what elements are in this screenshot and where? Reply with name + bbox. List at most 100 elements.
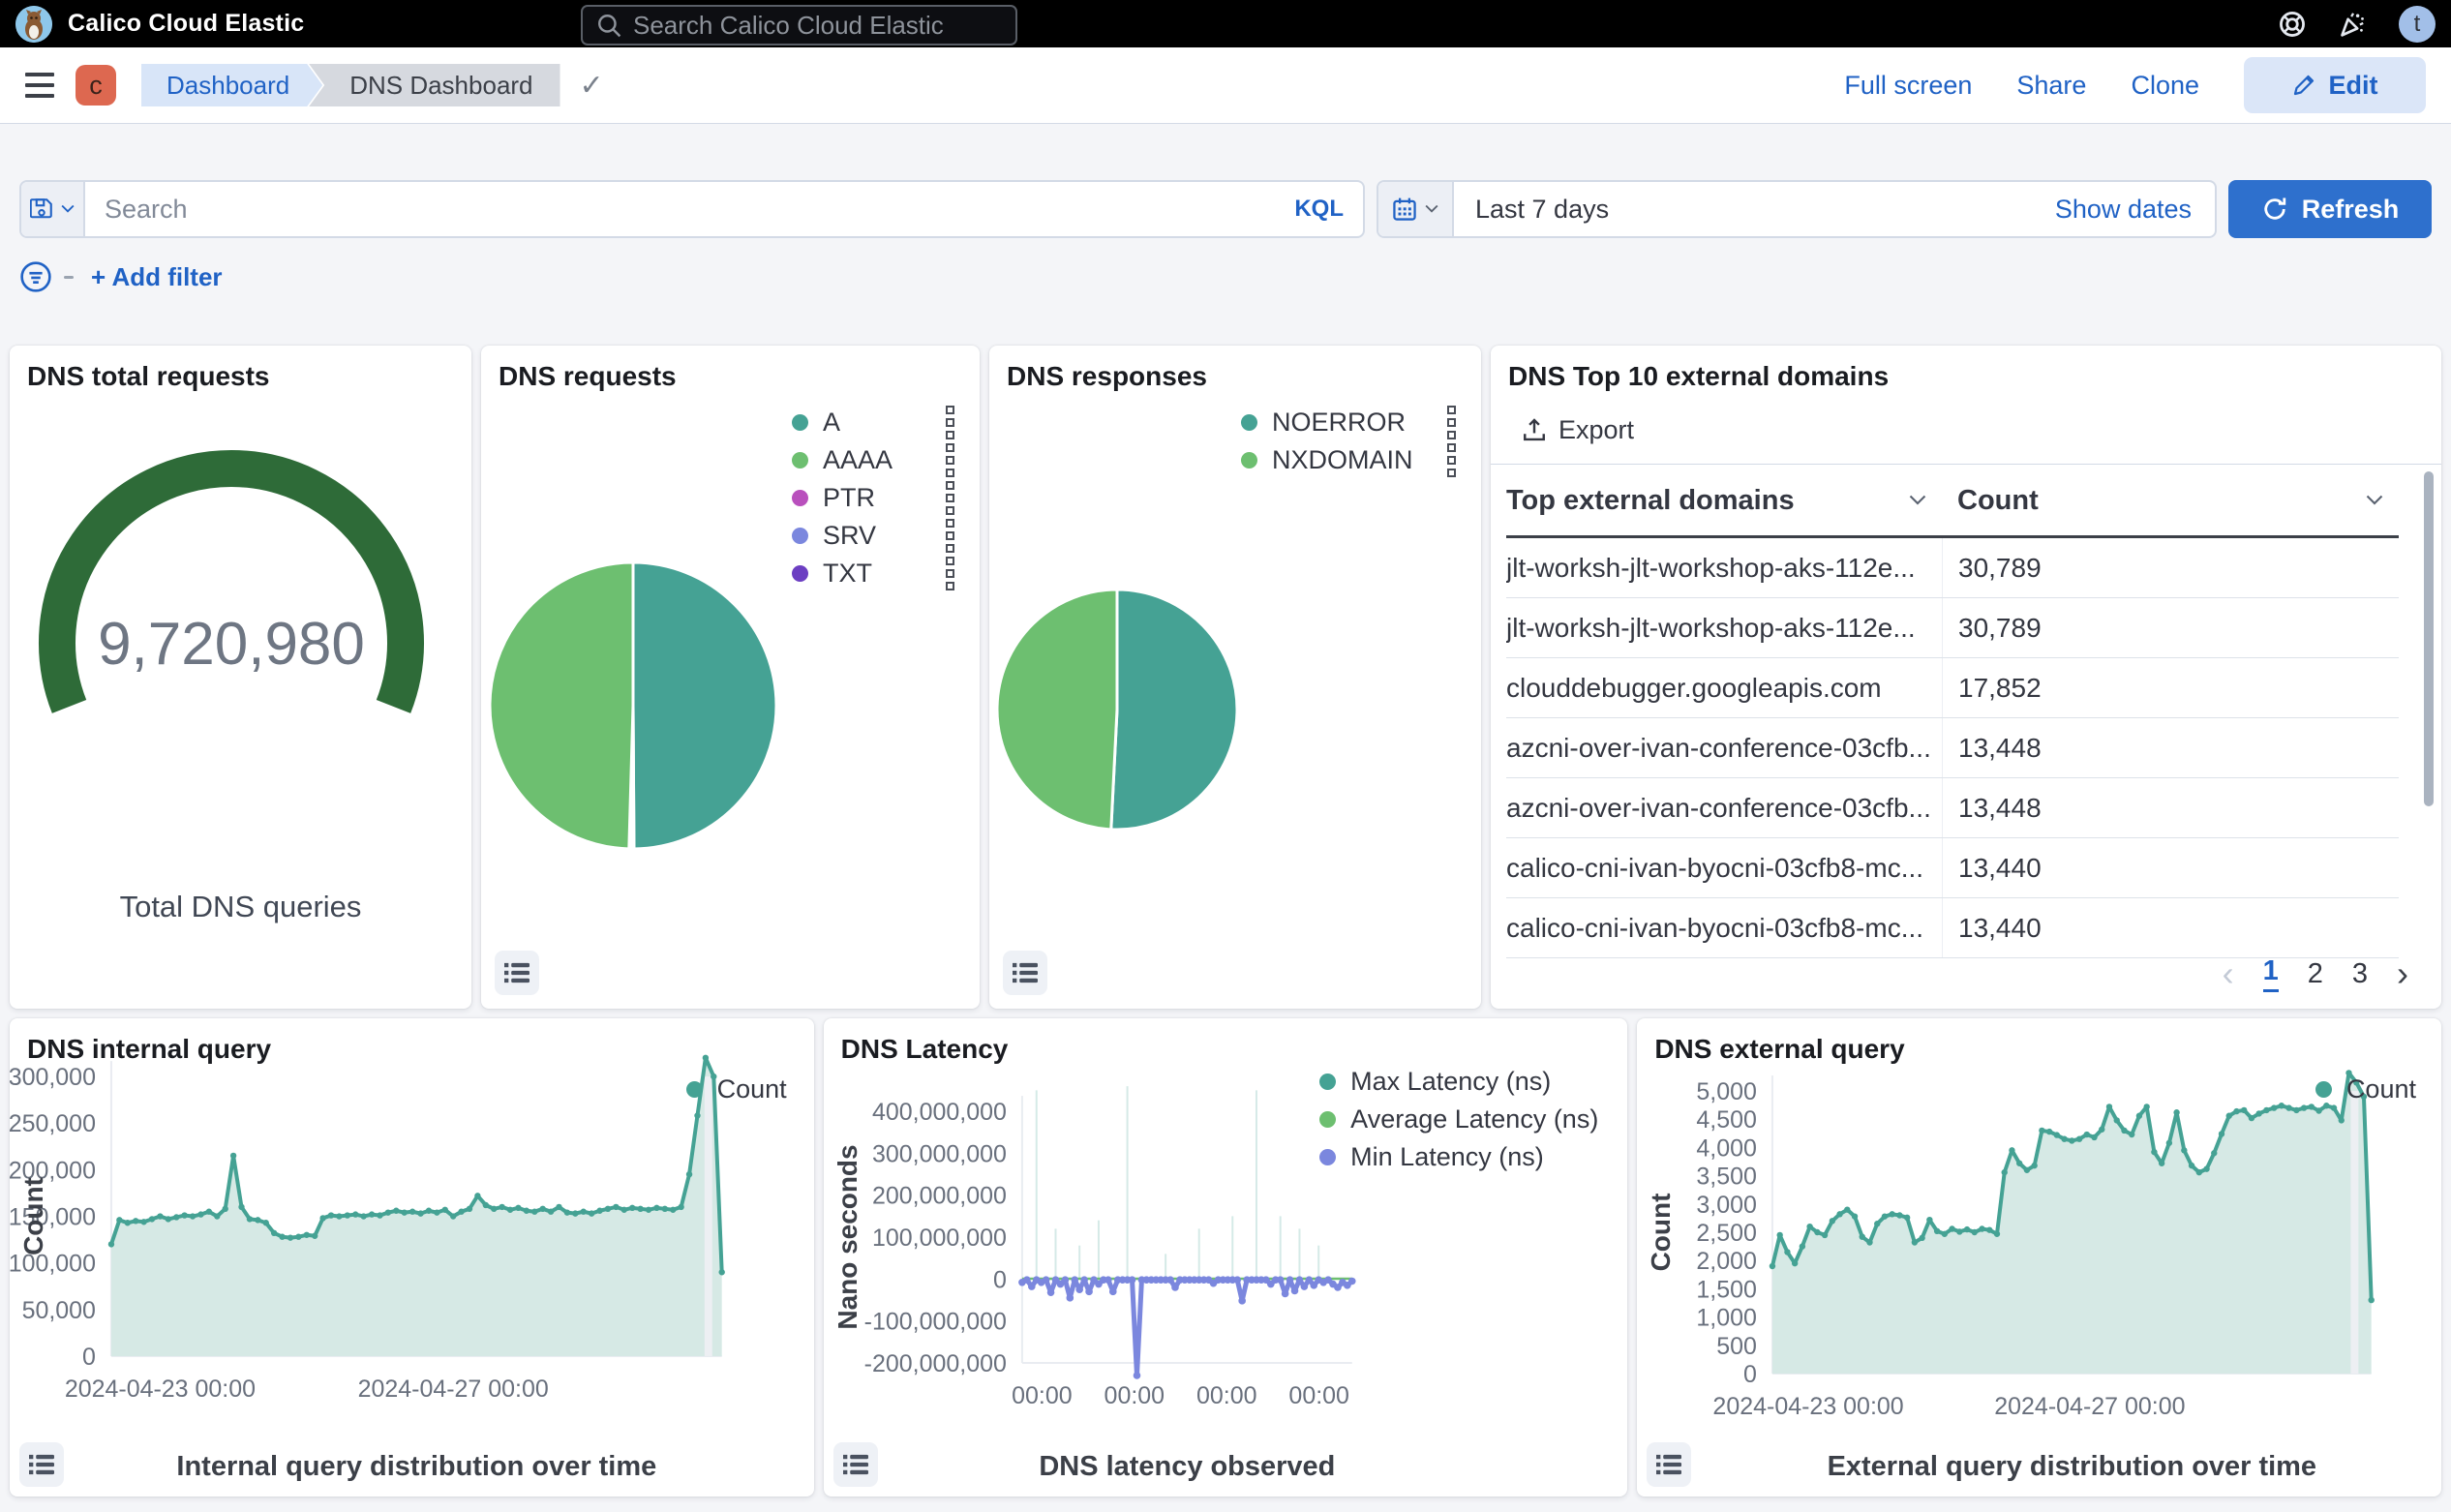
- svg-text:2,000: 2,000: [1697, 1248, 1758, 1275]
- column-header-count[interactable]: Count: [1942, 485, 2399, 517]
- kql-search-bar: KQL: [19, 180, 1365, 238]
- clone-button[interactable]: Clone: [2131, 71, 2199, 101]
- legend-actions-icon[interactable]: [946, 481, 954, 515]
- svg-text:9,720,980: 9,720,980: [98, 611, 365, 678]
- svg-text:3,500: 3,500: [1697, 1164, 1758, 1191]
- panel-list-icon[interactable]: [495, 951, 539, 995]
- svg-text:300,000,000: 300,000,000: [872, 1140, 1007, 1167]
- dns-responses-pie[interactable]: [995, 588, 1239, 832]
- panel-list-icon[interactable]: [1647, 1442, 1691, 1487]
- user-avatar[interactable]: t: [2399, 6, 2436, 43]
- legend-item[interactable]: TXT: [792, 560, 954, 587]
- panel-title: DNS internal query: [27, 1034, 271, 1065]
- legend-item[interactable]: SRV: [792, 523, 954, 549]
- cell-domain: jlt-worksh-jlt-workshop-aks-112e...: [1506, 613, 1942, 644]
- gauge-sub-label: Total DNS queries: [10, 890, 471, 924]
- dns-requests-legend: AAAAAPTRSRVTXT: [792, 409, 954, 598]
- page-1-button[interactable]: 1: [2263, 955, 2279, 992]
- legend-dot: [686, 1081, 703, 1098]
- legend-dot: [1241, 414, 1257, 431]
- cell-domain: calico-cni-ivan-byocni-03cfb8-mc...: [1506, 913, 1942, 944]
- kql-language-button[interactable]: KQL: [1294, 196, 1363, 223]
- cell-count: 13,448: [1942, 718, 2399, 777]
- filter-icon[interactable]: [19, 260, 52, 293]
- panel-dns-total-requests: DNS total requests 9,720,980 Total DNS q…: [10, 346, 471, 1009]
- panel-title: DNS external query: [1654, 1034, 1904, 1065]
- space-badge[interactable]: c: [76, 65, 116, 106]
- query-search-input[interactable]: [85, 195, 1294, 225]
- legend-item[interactable]: Min Latency (ns): [1319, 1144, 1598, 1170]
- table-row[interactable]: calico-cni-ivan-byocni-03cfb8-mc...13,44…: [1506, 898, 2399, 958]
- next-page-button[interactable]: ›: [2397, 953, 2408, 994]
- table-row[interactable]: jlt-worksh-jlt-workshop-aks-112e...30,78…: [1506, 598, 2399, 658]
- table-scrollbar[interactable]: [2424, 471, 2434, 806]
- saved-check-icon[interactable]: ✓: [580, 69, 604, 103]
- divider: [1491, 464, 2441, 465]
- dns-latency-legend: Max Latency (ns) Average Latency (ns) Min …: [1319, 1069, 1598, 1182]
- date-quick-menu[interactable]: [1378, 182, 1454, 236]
- help-icon[interactable]: [2279, 11, 2306, 38]
- edit-button[interactable]: Edit: [2244, 57, 2426, 113]
- svg-text:2024-04-27 00:00: 2024-04-27 00:00: [358, 1376, 549, 1403]
- panel-list-icon[interactable]: [1003, 951, 1047, 995]
- legend-item[interactable]: Count: [686, 1076, 787, 1103]
- share-button[interactable]: Share: [2016, 71, 2086, 101]
- legend-item[interactable]: A: [792, 409, 954, 436]
- cell-domain: jlt-worksh-jlt-workshop-aks-112e...: [1506, 553, 1942, 584]
- menu-icon[interactable]: [25, 73, 54, 98]
- table-row[interactable]: calico-cni-ivan-byocni-03cfb8-mc...13,44…: [1506, 838, 2399, 898]
- breadcrumb: Dashboard DNS Dashboard ✓: [141, 64, 604, 106]
- global-search-input[interactable]: [631, 10, 1015, 42]
- table-row[interactable]: jlt-worksh-jlt-workshop-aks-112e...30,78…: [1506, 538, 2399, 598]
- export-button[interactable]: Export: [1522, 415, 1634, 445]
- list-icon: [29, 1452, 54, 1477]
- dns-requests-pie[interactable]: [488, 560, 778, 851]
- legend-item[interactable]: AAAA: [792, 447, 954, 473]
- cat-logo-icon: [15, 6, 52, 43]
- page-2-button[interactable]: 2: [2308, 958, 2323, 990]
- svg-text:3,000: 3,000: [1697, 1192, 1758, 1219]
- add-filter-button[interactable]: + Add filter: [91, 262, 223, 292]
- saved-query-menu[interactable]: [21, 182, 85, 236]
- table-row[interactable]: azcni-over-ivan-conference-03cfb...13,44…: [1506, 778, 2399, 838]
- column-header-domains[interactable]: Top external domains: [1506, 485, 1942, 517]
- time-range-value[interactable]: Last 7 days: [1454, 195, 1609, 225]
- table-row[interactable]: clouddebugger.googleapis.com17,852: [1506, 658, 2399, 718]
- app-header: Calico Cloud Elastic t: [0, 0, 2451, 47]
- svg-text:2024-04-27 00:00: 2024-04-27 00:00: [1995, 1393, 2186, 1420]
- sort-chevron-icon[interactable]: [2366, 495, 2383, 506]
- panel-list-icon[interactable]: [19, 1442, 64, 1487]
- svg-text:4,500: 4,500: [1697, 1106, 1758, 1134]
- page-3-button[interactable]: 3: [2352, 958, 2368, 990]
- show-dates-button[interactable]: Show dates: [2055, 195, 2215, 225]
- legend-actions-icon[interactable]: [1447, 406, 1456, 439]
- legend-item[interactable]: NXDOMAIN: [1241, 447, 1456, 473]
- legend-item[interactable]: PTR: [792, 485, 954, 511]
- legend-actions-icon[interactable]: [946, 443, 954, 477]
- legend-item[interactable]: Max Latency (ns): [1319, 1069, 1598, 1095]
- breadcrumb-dashboard[interactable]: Dashboard: [141, 64, 322, 106]
- news-icon[interactable]: [2339, 11, 2366, 38]
- app-logo[interactable]: [15, 6, 52, 43]
- legend-item[interactable]: Average Latency (ns): [1319, 1106, 1598, 1133]
- legend-actions-icon[interactable]: [946, 519, 954, 553]
- breadcrumb-current[interactable]: DNS Dashboard: [309, 64, 560, 106]
- svg-text:4,000: 4,000: [1697, 1134, 1758, 1162]
- full-screen-button[interactable]: Full screen: [1844, 71, 1972, 101]
- svg-text:5,000: 5,000: [1697, 1078, 1758, 1105]
- chevron-down-icon: [1425, 204, 1438, 214]
- legend-actions-icon[interactable]: [946, 406, 954, 439]
- legend-item[interactable]: Count: [2315, 1076, 2416, 1103]
- legend-actions-icon[interactable]: [1447, 443, 1456, 477]
- table-row[interactable]: azcni-over-ivan-conference-03cfb...13,44…: [1506, 718, 2399, 778]
- panel-dns-requests: DNS requests AAAAAPTRSRVTXT: [481, 346, 980, 1009]
- sort-chevron-icon[interactable]: [1909, 495, 1926, 506]
- panel-title: DNS responses: [1007, 361, 1207, 392]
- previous-page-button[interactable]: ‹: [2223, 953, 2234, 994]
- global-search[interactable]: [581, 5, 1017, 45]
- refresh-button[interactable]: Refresh: [2228, 180, 2432, 238]
- legend-actions-icon[interactable]: [946, 557, 954, 590]
- pagination: ‹ 123 ›: [2223, 953, 2408, 994]
- panel-list-icon[interactable]: [833, 1442, 878, 1487]
- legend-item[interactable]: NOERROR: [1241, 409, 1456, 436]
